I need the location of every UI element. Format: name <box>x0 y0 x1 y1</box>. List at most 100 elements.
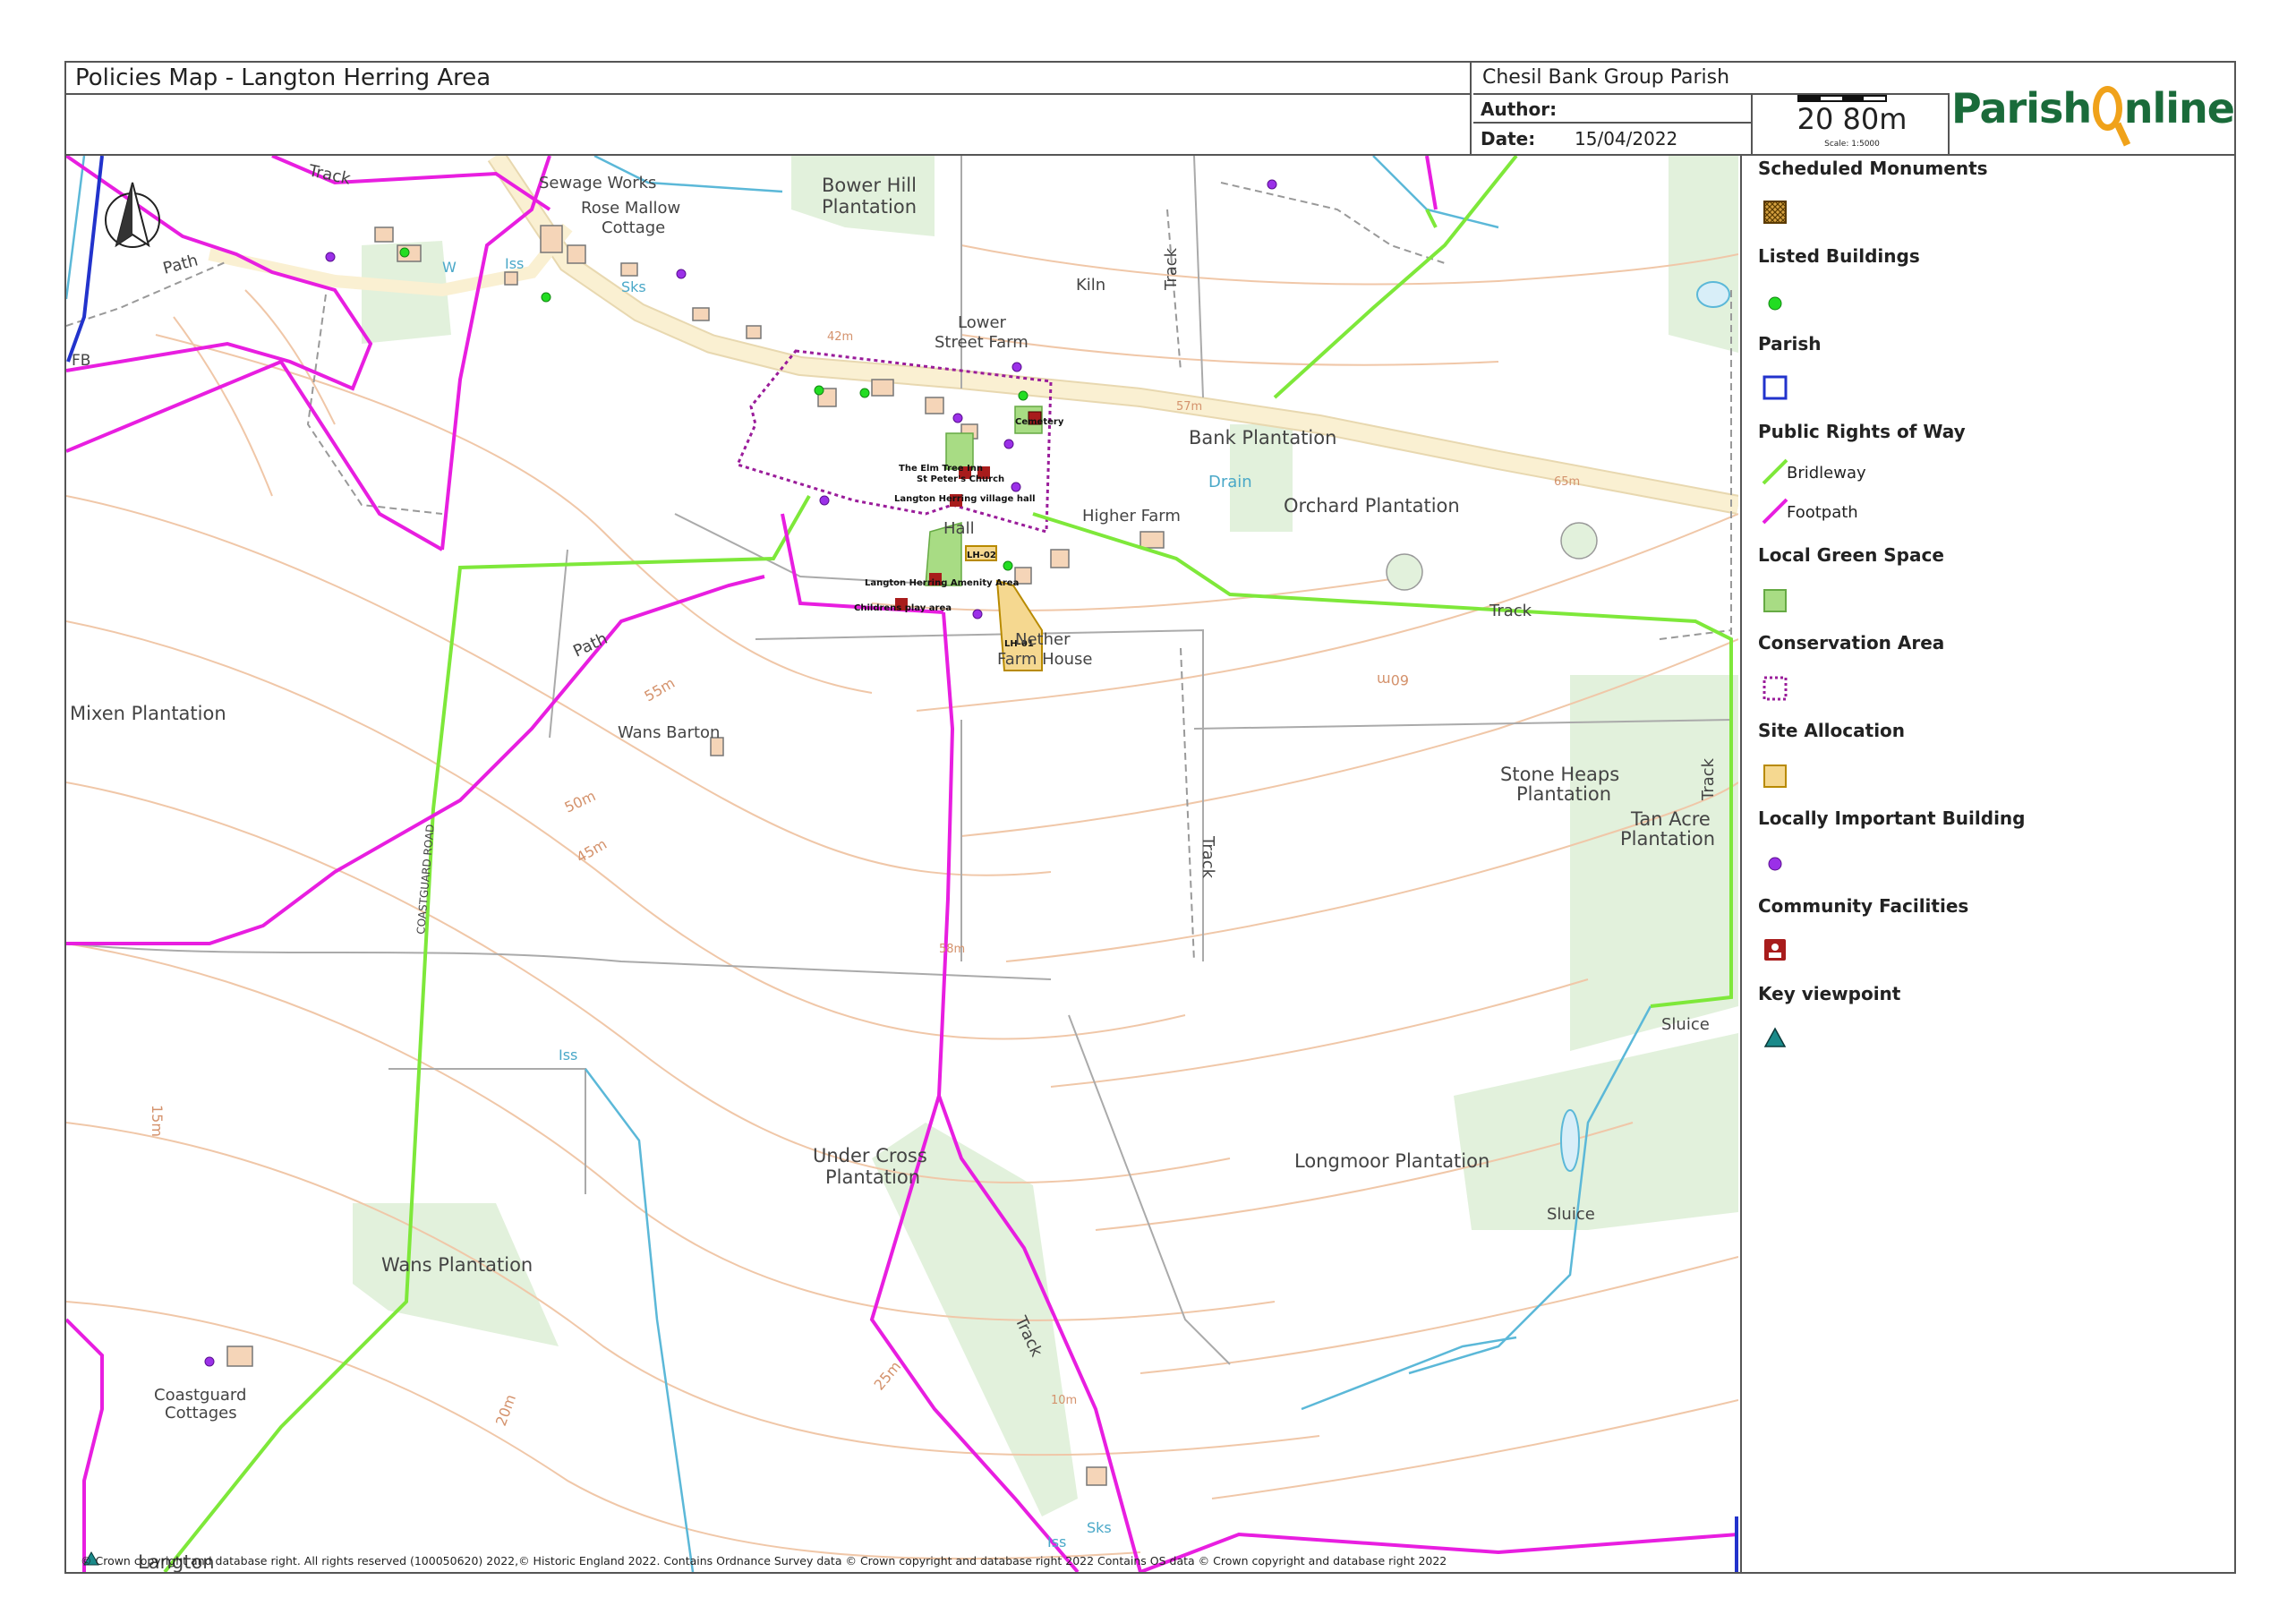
parish-name: Chesil Bank Group Parish <box>1473 63 1950 95</box>
title-blank <box>66 95 1472 154</box>
label-wans-barton: Wans Barton <box>618 723 720 742</box>
label-higher-farm: Higher Farm <box>1082 507 1181 525</box>
label-longmoor: Longmoor Plantation <box>1294 1150 1489 1172</box>
legend-heading-public-rights-of-way: Public Rights of Way <box>1758 421 1966 442</box>
label-55m: 55m <box>642 674 679 705</box>
label-farm-house: Farm House <box>997 650 1092 669</box>
pond <box>1386 553 1423 591</box>
page-title: Policies Map - Langton Herring Area <box>66 63 1472 95</box>
label-childrens-play-area: Childrens play area <box>854 603 952 613</box>
label-sks-2: Sks <box>1087 1519 1112 1536</box>
label-42m: 42m <box>827 330 853 344</box>
label-cottage: Cottage <box>602 218 665 237</box>
label-45m: 45m <box>574 835 610 866</box>
legend-heading-site-allocation: Site Allocation <box>1758 720 1906 741</box>
scale-bar <box>1797 95 1887 102</box>
label-60m: 60m <box>1377 671 1409 688</box>
legend-heading-listed-buildings: Listed Buildings <box>1758 245 1920 267</box>
legend-heading-community-facilities: Community Facilities <box>1758 895 1969 917</box>
label-track-mid: Track <box>1489 602 1532 620</box>
label-sks: Sks <box>621 278 646 295</box>
legend-heading-locally-important-building: Locally Important Building <box>1758 807 2026 829</box>
parish-online-logo: Parish nline <box>1951 63 2235 154</box>
pond <box>1560 522 1598 560</box>
label-iss: Iss <box>505 255 524 272</box>
label-bank-plantation: Bank Plantation <box>1189 427 1336 448</box>
legend-item-footpath: Footpath <box>1787 503 1858 522</box>
label-57m: 57m <box>1176 400 1202 414</box>
label-nether: Nether <box>1015 630 1071 649</box>
label-iss-2: Iss <box>559 1046 577 1064</box>
label-coastguard: Coastguard <box>154 1386 246 1405</box>
logo-text-right: nline <box>2123 84 2235 132</box>
orange-square-icon <box>1763 765 1787 788</box>
author-label: Author: <box>1481 98 1558 120</box>
label-hall: Hall <box>943 519 975 538</box>
logo-text-left: Parish <box>1951 84 2092 132</box>
label-village-hall: Langton Herring village hall <box>894 494 1036 504</box>
scale-box: 20 80m Scale: 1:5000 <box>1754 95 1950 154</box>
map-canvas[interactable]: Track Sewage Works Rose Mallow Cottage B… <box>66 156 1738 1572</box>
label-under-cross: Under Cross <box>813 1145 927 1166</box>
label-mixen-plantation: Mixen Plantation <box>70 703 226 724</box>
legend-heading-local-green-space: Local Green Space <box>1758 544 1944 566</box>
label-50m: 50m <box>562 787 599 816</box>
teal-triangle-icon <box>1763 1027 1787 1047</box>
label-sluice-south: Sluice <box>1547 1205 1595 1224</box>
label-10m: 10m <box>1051 1394 1077 1407</box>
magnifier-icon <box>2093 86 2122 131</box>
dotted-square-icon <box>1763 676 1788 701</box>
label-lower: Lower <box>958 313 1007 332</box>
label-bower-plantation: Plantation <box>822 196 917 218</box>
copyright-notice: © Crown copyright and database right. Al… <box>81 1554 1447 1568</box>
label-track-east: Track <box>1199 835 1217 879</box>
label-15m: 15m <box>149 1105 166 1137</box>
label-wans-plantation: Wans Plantation <box>381 1254 533 1276</box>
label-sluice: Sluice <box>1661 1015 1710 1034</box>
label-sewage-works: Sewage Works <box>539 174 656 192</box>
label-amenity-area: Langton Herring Amenity Area <box>865 578 1019 588</box>
label-w: W <box>442 259 457 276</box>
label-lh02: LH-02 <box>967 551 996 560</box>
label-tan-plantation: Plantation <box>1620 828 1715 850</box>
label-25m: 25m <box>871 1358 905 1394</box>
scale-text: 20 80m <box>1797 102 1908 136</box>
label-fb: FB <box>72 352 90 370</box>
date-value: 15/04/2022 <box>1575 128 1678 149</box>
label-under-plantation: Plantation <box>825 1166 920 1188</box>
legend-item-bridleway: Bridleway <box>1787 464 1866 483</box>
label-st-peters-church: St Peter's Church <box>917 474 1004 484</box>
label-cemetery: Cemetery <box>1015 417 1064 427</box>
green-square-icon <box>1763 589 1787 612</box>
label-elm-tree-inn: The Elm Tree Inn <box>899 464 983 474</box>
scale-ratio: Scale: 1:5000 <box>1824 140 1880 149</box>
label-65m: 65m <box>1554 475 1580 489</box>
label-track-far-east: Track <box>1699 757 1718 801</box>
label-20m: 20m <box>492 1392 519 1428</box>
legend-heading-key-viewpoint: Key viewpoint <box>1758 983 1901 1004</box>
main-road-fill <box>489 156 1738 513</box>
woodland-areas <box>353 156 1738 1516</box>
label-stone-heaps: Stone Heaps <box>1500 764 1619 785</box>
label-tan-acre: Tan Acre <box>1630 808 1711 830</box>
label-street-farm: Street Farm <box>935 333 1029 352</box>
author-field: Author: <box>1473 95 1753 124</box>
label-iss-3: Iss <box>1047 1533 1066 1550</box>
label-orchard-plantation: Orchard Plantation <box>1284 495 1460 517</box>
parish-boundary <box>66 156 104 363</box>
label-kiln: Kiln <box>1076 276 1105 295</box>
label-drain: Drain <box>1208 473 1252 491</box>
blue-square-icon <box>1763 375 1788 400</box>
legend-heading-parish: Parish <box>1758 333 1822 355</box>
date-field: Date: 15/04/2022 <box>1473 124 1753 154</box>
pond <box>1560 1109 1580 1172</box>
map-svg: Track Sewage Works Rose Mallow Cottage B… <box>66 156 1738 1572</box>
date-label: Date: <box>1481 128 1536 149</box>
footpath-line-icon <box>1762 498 1788 525</box>
label-stone-plantation: Plantation <box>1516 783 1611 805</box>
label-track: Track <box>306 161 353 189</box>
label-58m: 58m <box>939 943 965 956</box>
legend-heading-scheduled-monuments: Scheduled Monuments <box>1758 158 1988 179</box>
green-dot-icon <box>1768 296 1782 311</box>
label-path: Path <box>161 251 201 278</box>
